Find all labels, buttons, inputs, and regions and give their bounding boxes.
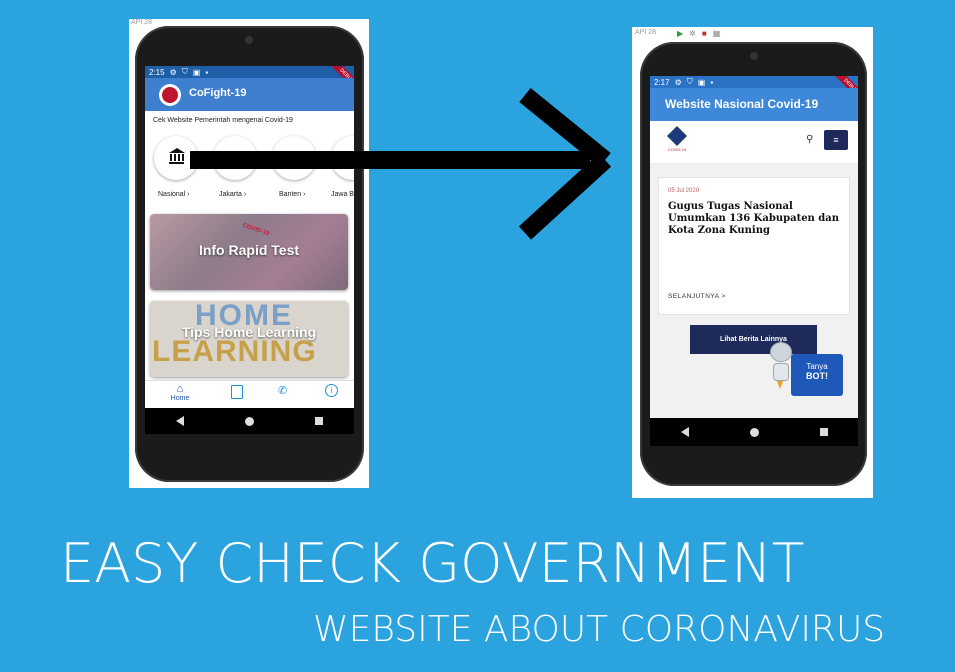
- learning-bg-text: LEARNING: [152, 335, 317, 368]
- nav-documents[interactable]: [231, 385, 243, 399]
- shield-icon: ⛉: [181, 67, 188, 76]
- phone-icon: ✆: [278, 385, 288, 397]
- menu-button[interactable]: ≡: [824, 130, 848, 150]
- hamburger-icon: ≡: [833, 135, 839, 145]
- article-date: 05 Jul 2020: [668, 188, 700, 194]
- caption-line1: EASY CHECK GOVERNMENT: [60, 532, 805, 595]
- app-logo: [159, 84, 181, 106]
- speaker: [750, 52, 758, 60]
- status-time: 2:15: [149, 67, 165, 77]
- arrow-right-icon: [190, 88, 612, 240]
- home-learning-title: Tips Home Learning: [181, 324, 317, 340]
- status-bar: 2:17 ⚙ ⛉ ▣ ▪: [650, 76, 858, 88]
- home-icon: ⌂: [176, 383, 184, 395]
- nav-phone[interactable]: ✆: [278, 384, 287, 397]
- app-bar-title: Website Nasional Covid-19: [665, 97, 819, 111]
- nav-home[interactable]: ⌂ Home: [165, 383, 195, 402]
- right-phone-body: 2:17 ⚙ ⛉ ▣ ▪ DEBUG Website Nasional Covi…: [640, 42, 867, 486]
- read-more-link[interactable]: SELANJUTNYA >: [668, 293, 726, 300]
- ide-toolbar-icons: ▶ ✲ ■ ▦: [677, 29, 721, 38]
- speaker: [245, 36, 253, 44]
- app-bar: Website Nasional Covid-19: [650, 88, 858, 121]
- status-bar: 2:15 ⚙ ⛉ ▣ ▪: [145, 66, 354, 78]
- back-icon[interactable]: [680, 427, 689, 437]
- sim-icon: ▣: [697, 77, 706, 87]
- nav-info[interactable]: i: [325, 384, 338, 397]
- caption-line2: WEBSITE ABOUT CORONAVIRUS: [313, 609, 886, 650]
- bottom-nav: ⌂ Home ✆ i: [145, 380, 354, 409]
- chatbot-label2: BOT!: [806, 371, 828, 381]
- settings-icon: ⚙: [674, 77, 682, 87]
- right-phone-screen: 2:17 ⚙ ⛉ ▣ ▪ DEBUG Website Nasional Covi…: [650, 76, 858, 446]
- system-nav-bar: [650, 418, 858, 446]
- nav-home-label: Home: [170, 395, 190, 402]
- system-nav-bar: [145, 408, 354, 434]
- settings-icon: ⚙: [169, 67, 177, 77]
- sd-icon: ▪: [710, 77, 714, 87]
- bank-icon: [168, 148, 185, 165]
- ide-toolbar-label: API 28: [131, 19, 153, 26]
- ide-toolbar-label: API 28: [635, 29, 657, 36]
- home-learning-banner[interactable]: HOME LEARNING Tips Home Learning: [150, 301, 348, 377]
- info-icon: i: [330, 386, 333, 395]
- search-icon[interactable]: ⚲: [806, 134, 813, 145]
- robot-icon: [767, 342, 793, 392]
- home-circle-icon[interactable]: [244, 416, 254, 426]
- home-circle-icon[interactable]: [749, 427, 759, 437]
- back-icon[interactable]: [175, 416, 184, 426]
- shield-icon: ⛉: [686, 77, 693, 86]
- logo-caption: COVID-19: [667, 147, 687, 152]
- article-card[interactable]: 05 Jul 2020 Gugus Tugas Nasional Umumkan…: [658, 177, 850, 315]
- recents-icon[interactable]: [819, 428, 828, 436]
- chatbot-widget[interactable]: Tanya BOT!: [765, 342, 845, 404]
- sd-icon: ▪: [205, 67, 209, 77]
- recents-icon[interactable]: [315, 417, 324, 425]
- article-title[interactable]: Gugus Tugas Nasional Umumkan 136 Kabupat…: [668, 201, 840, 237]
- chatbot-label1: Tanya: [806, 362, 828, 371]
- bnpb-logo: COVID-19: [659, 126, 695, 158]
- site-header: COVID-19 ⚲ ≡: [650, 121, 858, 164]
- status-time: 2:17: [654, 77, 670, 87]
- chatbot-bubble: Tanya BOT!: [791, 354, 843, 396]
- sim-icon: ▣: [192, 67, 201, 77]
- region-label: Nasional ›: [158, 191, 190, 198]
